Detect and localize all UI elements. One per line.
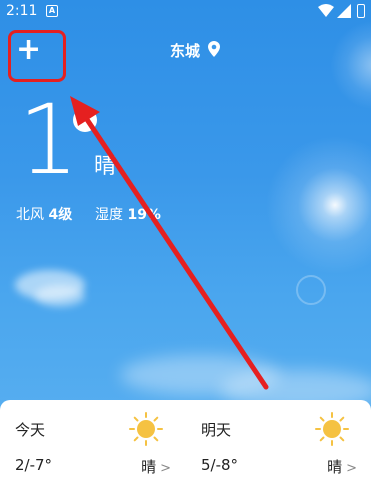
forecast-condition: 晴 > [327, 456, 357, 477]
chevron-right-icon: > [346, 461, 357, 476]
forecast-day-label: 今天 [15, 421, 46, 439]
sun-icon [129, 412, 163, 446]
forecast-panel: 今天 2/-7° 晴 > 明天 5/-8° 晴 > [0, 400, 371, 496]
forecast-today[interactable]: 今天 2/-7° 晴 > [0, 400, 185, 496]
forecast-temp-range: 2/-7° [15, 456, 53, 474]
forecast-condition-text: 晴 [327, 458, 343, 476]
forecast-day-label: 明天 [201, 421, 232, 439]
forecast-tomorrow[interactable]: 明天 5/-8° 晴 > [186, 400, 371, 496]
weather-screen: 2:11 A + 东城 1 晴 北风 4级 湿度 19% 今天 2/-7° 晴 … [0, 0, 371, 496]
chevron-right-icon: > [160, 461, 171, 476]
sun-icon [315, 412, 349, 446]
forecast-condition-text: 晴 [141, 458, 157, 476]
forecast-condition: 晴 > [141, 456, 171, 477]
forecast-temp-range: 5/-8° [201, 456, 239, 474]
